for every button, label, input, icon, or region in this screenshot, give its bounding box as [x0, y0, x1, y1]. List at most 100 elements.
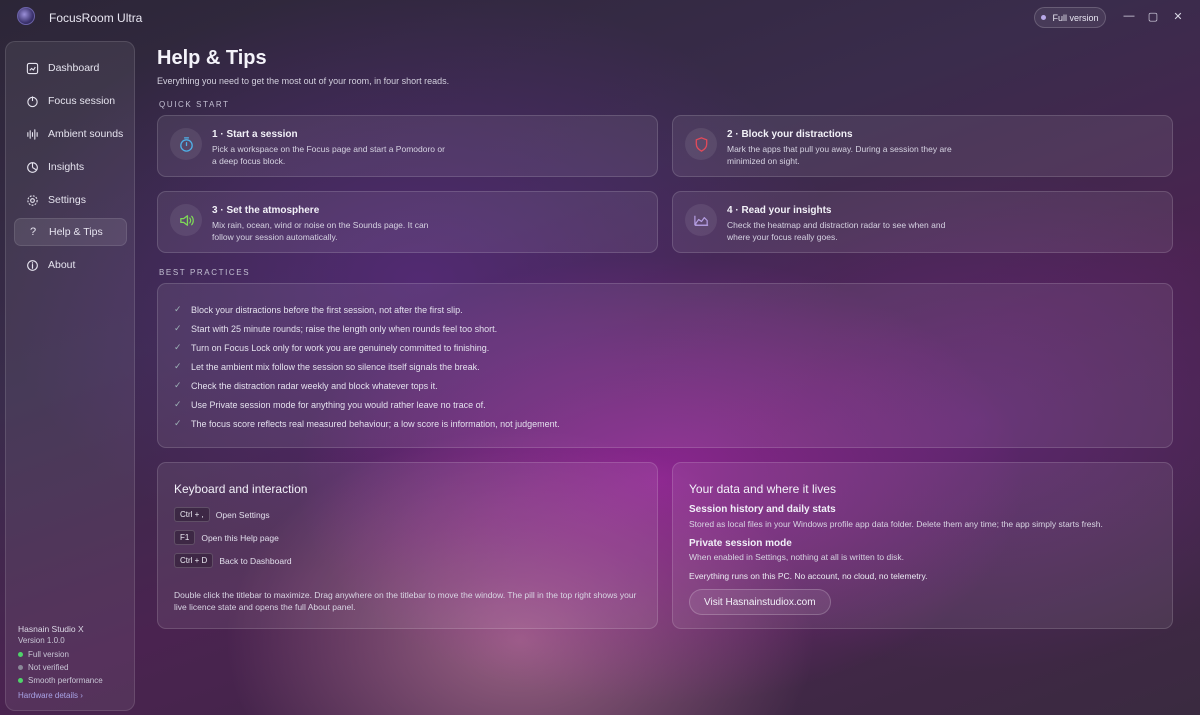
sidebar-item-label: Ambient sounds	[48, 128, 124, 140]
sidebar-item-label: Focus session	[48, 95, 116, 107]
studio-name: Hasnain Studio X	[18, 624, 84, 634]
sidebar-item-focus-session[interactable]: Focus session	[14, 87, 127, 115]
kbd-key: Ctrl + ,	[174, 507, 210, 522]
best-practice-text: The focus score reflects real measured b…	[191, 418, 560, 429]
quick-start-desc: Check the heatmap and distraction radar …	[727, 220, 946, 242]
sidebar-item-ambient-sounds[interactable]: Ambient sounds	[14, 120, 127, 148]
shortcut-action: Back to Dashboard	[219, 555, 292, 566]
list-item: ✓ Start with 25 minute rounds; raise the …	[174, 323, 497, 334]
best-practices-label: BEST PRACTICES	[159, 268, 251, 277]
status-label: Full version	[28, 650, 69, 659]
license-pill[interactable]: Full version	[1034, 7, 1106, 28]
sidebar: Dashboard Focus session Ambient sounds I…	[5, 41, 135, 711]
info-icon	[25, 258, 39, 272]
best-practice-text: Block your distractions before the first…	[191, 304, 463, 315]
sidebar-item-label: Help & Tips	[49, 226, 103, 238]
quick-start-title: 4 · Read your insights	[727, 205, 832, 216]
data-card-title: Your data and where it lives	[689, 482, 836, 496]
gear-icon	[25, 193, 39, 207]
keyboard-note: Double click the titlebar to maximize. D…	[174, 590, 637, 612]
page-title: Help & Tips	[157, 47, 267, 69]
sidebar-item-label: Settings	[48, 194, 86, 206]
timer-icon	[170, 128, 202, 160]
visit-website-button[interactable]: Visit Hasnainstudiox.com	[689, 589, 831, 615]
list-item: ✓ The focus score reflects real measured …	[174, 418, 560, 429]
best-practice-text: Start with 25 minute rounds; raise the l…	[191, 323, 498, 334]
check-icon: ✓	[174, 418, 182, 428]
shortcut-row: Ctrl + D Back to Dashboard	[174, 553, 292, 568]
license-dot-icon	[1041, 15, 1047, 20]
quick-start-title: 1 · Start a session	[212, 129, 298, 140]
kbd-key: F1	[174, 530, 196, 545]
status-label: Smooth performance	[28, 676, 103, 685]
list-item: ✓ Check the distraction radar weekly and …	[174, 380, 438, 391]
quick-start-card-1: 1 · Start a session Pick a workspace on …	[157, 115, 658, 177]
chart-area-icon	[685, 204, 717, 236]
check-icon: ✓	[174, 342, 182, 352]
sidebar-footer: Hasnain Studio X Version 1.0.0 Full vers…	[18, 624, 103, 700]
private-title: Private session mode	[689, 538, 792, 549]
quick-start-desc: Pick a workspace on the Focus page and s…	[212, 144, 445, 166]
question-icon: ?	[29, 226, 37, 238]
best-practice-text: Use Private session mode for anything yo…	[191, 399, 486, 410]
status-dot-icon	[18, 652, 23, 657]
status-full-version: Full version	[18, 650, 103, 659]
history-desc: Stored as local files in your Windows pr…	[689, 519, 1103, 529]
local-note: Everything runs on this PC. No account, …	[689, 571, 928, 581]
shortcut-action: Open Settings	[215, 509, 270, 520]
shortcut-action: Open this Help page	[201, 532, 279, 543]
status-performance: Smooth performance	[18, 676, 103, 685]
keyboard-card: Keyboard and interaction Ctrl + , Open S…	[157, 462, 658, 629]
list-item: ✓ Block your distractions before the firs…	[174, 304, 463, 315]
quick-start-desc: Mark the apps that pull you away. During…	[727, 144, 952, 166]
sidebar-item-insights[interactable]: Insights	[14, 153, 127, 181]
quick-start-card-3: 3 · Set the atmosphere Mix rain, ocean, …	[157, 191, 658, 253]
best-practices-card: ✓ Block your distractions before the firs…	[157, 283, 1173, 448]
sidebar-item-about[interactable]: About	[14, 251, 127, 279]
sidebar-item-label: About	[48, 259, 76, 271]
license-pill-label: Full version	[1052, 12, 1099, 23]
keyboard-card-title: Keyboard and interaction	[174, 482, 308, 496]
app-version: Version 1.0.0	[18, 636, 65, 645]
quick-start-title: 2 · Block your distractions	[727, 129, 853, 140]
titlebar[interactable]: FocusRoom Ultra Full version — ▢ ✕	[0, 0, 1200, 36]
list-item: ✓ Let the ambient mix follow the session …	[174, 361, 480, 372]
shortcut-row: Ctrl + , Open Settings	[174, 507, 270, 522]
app-title: FocusRoom Ultra	[49, 11, 143, 25]
private-desc: When enabled in Settings, nothing at all…	[689, 552, 904, 562]
status-dot-icon	[18, 678, 23, 683]
speaker-icon	[170, 204, 202, 236]
minimize-button[interactable]: —	[1121, 8, 1137, 24]
check-icon: ✓	[174, 323, 182, 333]
data-card: Your data and where it lives Session his…	[672, 462, 1173, 629]
close-button[interactable]: ✕	[1170, 8, 1186, 24]
sidebar-item-dashboard[interactable]: Dashboard	[14, 54, 127, 82]
waveform-icon	[25, 127, 39, 141]
sidebar-item-settings[interactable]: Settings	[14, 186, 127, 214]
maximize-button[interactable]: ▢	[1145, 8, 1161, 24]
best-practice-text: Turn on Focus Lock only for work you are…	[191, 342, 490, 353]
shortcut-row: F1 Open this Help page	[174, 530, 279, 545]
best-practice-text: Check the distraction radar weekly and b…	[191, 380, 438, 391]
check-icon: ✓	[174, 304, 182, 314]
status-dot-icon	[18, 665, 23, 670]
quick-start-title: 3 · Set the atmosphere	[212, 205, 320, 216]
quick-start-desc: Mix rain, ocean, wind or noise on the So…	[212, 220, 429, 242]
power-icon	[25, 94, 39, 108]
quick-start-label: QUICK START	[159, 100, 230, 109]
status-label: Not verified	[28, 663, 69, 672]
dashboard-icon	[25, 61, 39, 75]
sidebar-item-help-tips[interactable]: ? Help & Tips	[14, 218, 127, 246]
list-item: ✓ Use Private session mode for anything y…	[174, 399, 486, 410]
shield-icon	[685, 128, 717, 160]
check-icon: ✓	[174, 399, 182, 409]
sidebar-item-label: Dashboard	[48, 62, 100, 74]
kbd-key: Ctrl + D	[174, 553, 214, 568]
list-item: ✓ Turn on Focus Lock only for work you ar…	[174, 342, 489, 353]
best-practice-text: Let the ambient mix follow the session s…	[191, 361, 480, 372]
quick-start-card-4: 4 · Read your insights Check the heatmap…	[672, 191, 1173, 253]
hardware-details-link[interactable]: Hardware details ›	[18, 691, 103, 700]
check-icon: ✓	[174, 361, 182, 371]
check-icon: ✓	[174, 380, 182, 390]
insights-icon	[25, 160, 39, 174]
